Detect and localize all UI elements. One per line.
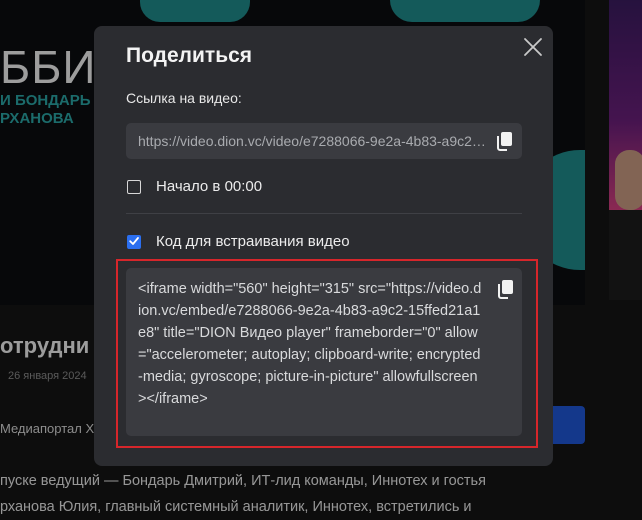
close-button[interactable]: [521, 35, 545, 59]
embed-code-option[interactable]: Код для встраивания видео: [127, 233, 350, 250]
copy-icon: [497, 132, 512, 151]
copy-link-button[interactable]: [492, 129, 516, 153]
close-icon: [524, 38, 542, 56]
embed-code-field[interactable]: <iframe width="560" height="315" src="ht…: [126, 268, 522, 436]
video-link-field[interactable]: https://video.dion.vc/video/e7288066-9e2…: [126, 123, 522, 159]
start-time-label: Начало в 00:00: [156, 178, 263, 195]
start-time-checkbox[interactable]: [127, 179, 141, 194]
start-time-option[interactable]: Начало в 00:00: [127, 178, 262, 195]
link-label: Ссылка на видео:: [126, 90, 242, 106]
copy-embed-button[interactable]: [493, 277, 517, 301]
share-dialog: Поделиться Ссылка на видео: https://vide…: [94, 26, 553, 466]
divider: [126, 213, 522, 214]
embed-code-text[interactable]: <iframe width="560" height="315" src="ht…: [138, 278, 483, 410]
video-link-value: https://video.dion.vc/video/e7288066-9e2…: [138, 133, 488, 149]
check-icon: [128, 237, 139, 245]
embed-code-checkbox[interactable]: [127, 234, 141, 249]
dialog-title: Поделиться: [126, 44, 253, 67]
embed-code-label: Код для встраивания видео: [156, 233, 350, 250]
copy-icon: [498, 280, 513, 299]
